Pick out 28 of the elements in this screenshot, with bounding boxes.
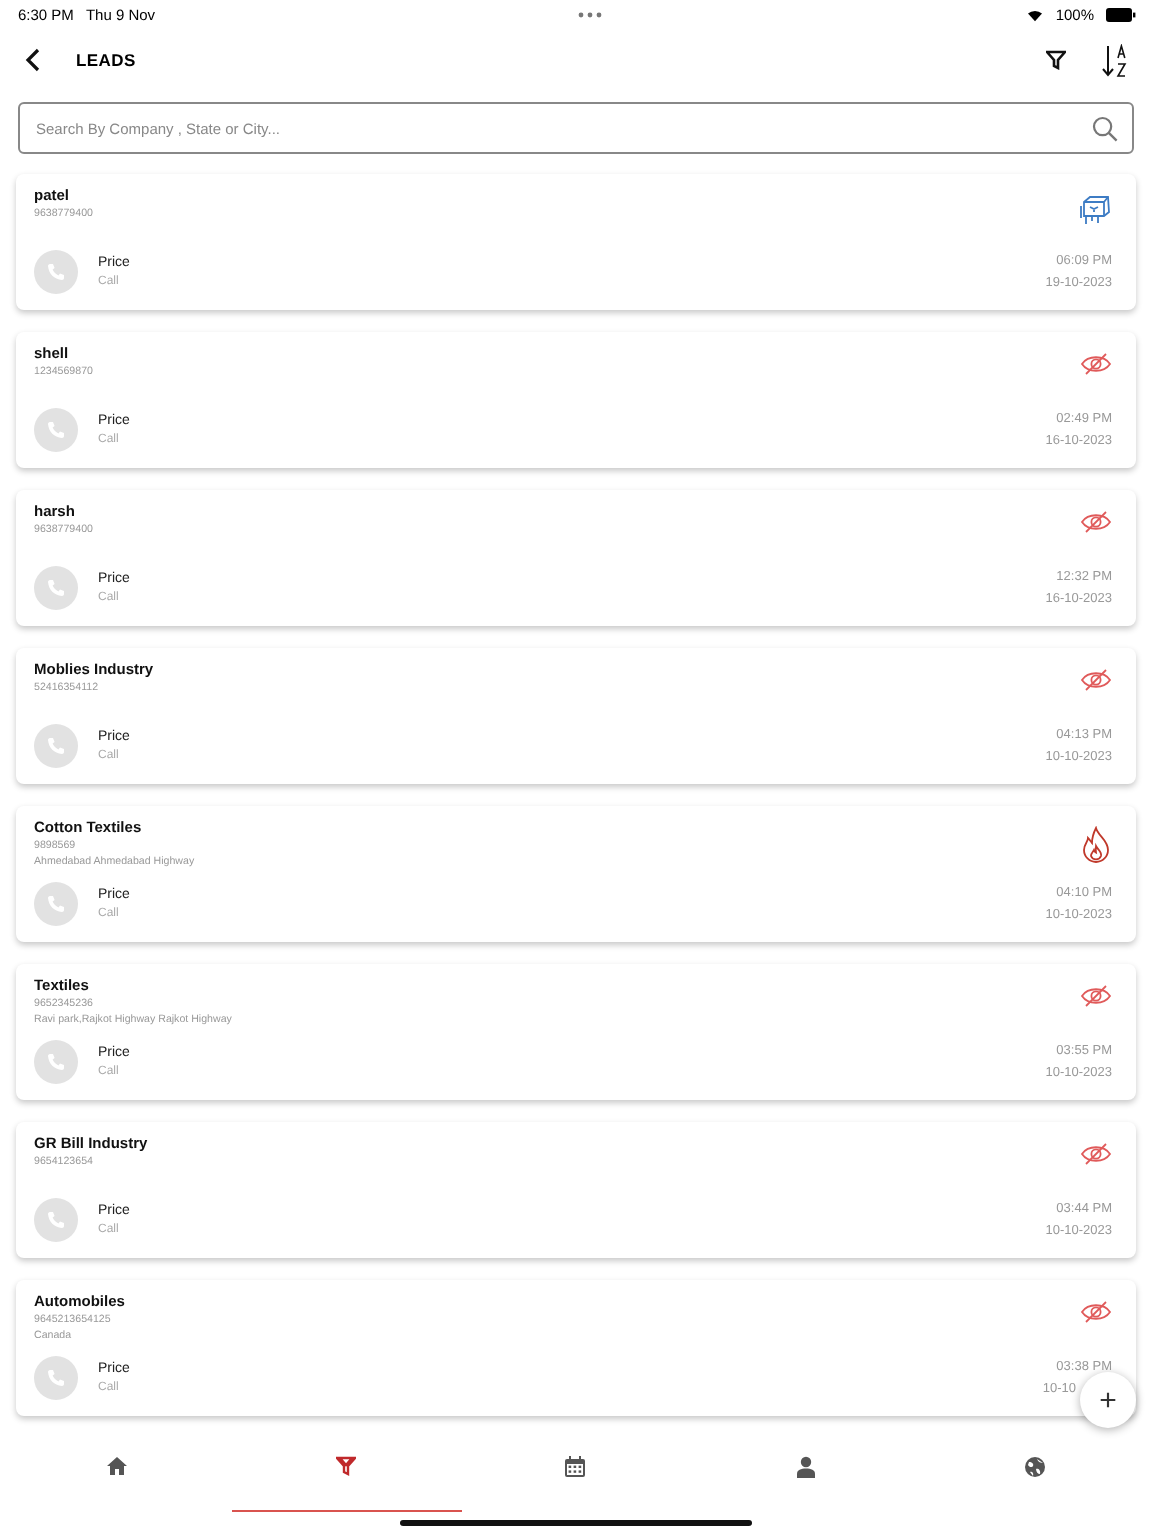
- eye-slash-icon: [1080, 984, 1112, 1008]
- wifi-icon: [1025, 7, 1044, 21]
- search-icon: [1092, 115, 1118, 141]
- battery-icon: [1106, 7, 1136, 21]
- eye-slash-icon: [1080, 668, 1112, 692]
- phone-icon[interactable]: [34, 566, 78, 610]
- flame-icon: [1080, 826, 1112, 864]
- phone-icon[interactable]: [34, 724, 78, 768]
- ice-cube-icon: [1078, 194, 1112, 228]
- phone-icon[interactable]: [34, 1356, 78, 1400]
- globe-icon: [1024, 1456, 1047, 1478]
- person-icon: [795, 1456, 816, 1478]
- eye-slash-icon: [1080, 352, 1112, 376]
- phone-icon[interactable]: [34, 1198, 78, 1242]
- phone-icon[interactable]: [34, 882, 78, 926]
- eye-slash-icon: [1080, 510, 1112, 534]
- page-title: LEADS: [76, 50, 138, 70]
- multitask-dots-icon: [578, 11, 603, 17]
- phone-icon[interactable]: [34, 408, 78, 452]
- filter-button[interactable]: [1042, 46, 1070, 74]
- eye-slash-icon: [1080, 1142, 1112, 1166]
- eye-slash-icon: [1080, 1300, 1112, 1324]
- phone-icon[interactable]: [34, 250, 78, 294]
- funnel-icon: [336, 1456, 357, 1476]
- phone-icon[interactable]: [34, 1040, 78, 1084]
- home-icon: [105, 1456, 128, 1476]
- calendar-icon: [564, 1456, 587, 1478]
- sort-button[interactable]: [1098, 39, 1132, 81]
